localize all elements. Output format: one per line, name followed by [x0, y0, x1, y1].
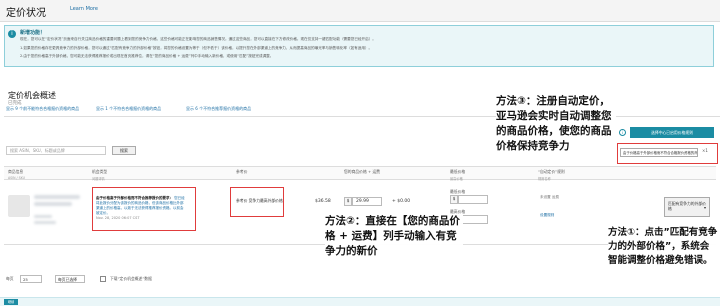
column-header: 参考价: [236, 169, 248, 174]
issue-date: Nov. 28, 2020 06:07 CST: [96, 216, 140, 220]
annotation-method-1: 方法①：点击”匹配有竞争力的外部价格”，系统会智能调整价格避免错误。: [608, 226, 718, 268]
info-banner: i 新增功能！ 现在，您可以在“定价状况”页面来自行关注商品价格的重要问题上看到…: [4, 25, 714, 67]
info-line: 2.由于您的价格高于外部价格，您可能无法获得推荐报价或出现在首页推荐位，请在“您…: [20, 54, 274, 58]
info-circle-icon: i: [619, 129, 626, 136]
selection-select[interactable]: 每页已选择: [55, 275, 85, 283]
info-line: 现在，您可以在“定价状况”页面来自行关注商品价格的重要问题上看到您的竞争力价格，…: [20, 37, 376, 41]
page-header: [0, 0, 720, 22]
download-link[interactable]: 下载“定价机会概述”数据: [110, 276, 152, 282]
auto-pricing-button[interactable]: 选择中心已启用价格规则: [630, 127, 714, 138]
currency-symbol: $: [344, 197, 352, 206]
column-header: 商品信息 ASIN / SKU: [8, 169, 25, 180]
learn-more-link[interactable]: Learn More: [70, 6, 98, 12]
issue-title: 由于价格高于外部价格而不符合推荐报价的要求：: [96, 196, 173, 200]
blurred-product-title: [34, 202, 72, 206]
column-header: 最低价格 最高价格: [450, 169, 466, 181]
remove-rule-button[interactable]: ×1: [702, 148, 708, 153]
auto-pricing-rule-select[interactable]: 由于价格高于外部价格而不符合合格报价资格的商品 规则: [620, 148, 698, 157]
column-header: 您的商品价格 + 运费: [344, 169, 380, 174]
overview-tab[interactable]: 显示 1 个不符合合格报价资格的商品: [96, 106, 161, 112]
match-button-label: 匹配有竞争力的外部价格: [668, 201, 706, 211]
download-icon[interactable]: [100, 276, 106, 282]
issue-details: 由于价格高于外部价格而不符合推荐报价的要求： 您已经将此报价分配为该报价的商品价…: [96, 196, 186, 221]
set-rule-link[interactable]: 设置规则: [540, 213, 554, 218]
column-header: 机会类型 问题详情: [92, 169, 108, 181]
annotation-method-2: 方法②：直接在【您的商品价格 + 运费】列手动输入有竞争力的新价: [325, 214, 463, 259]
blurred-product-title: [34, 195, 80, 199]
overview-tab[interactable]: 显示 9 个前不能符合合格报价资格的商品: [6, 106, 79, 112]
reference-price: 参考价 竞争力最高外部价格: [236, 198, 283, 203]
rule-status: 未设置 运费: [540, 195, 560, 199]
overview-tab[interactable]: 显示 6 个不符合推荐报价资格的商品: [186, 106, 251, 112]
blurred-asin: [34, 215, 52, 218]
search-input[interactable]: 搜索 ASIN、SKU、标题或品牌: [6, 146, 106, 155]
shipping-add: + $0.00: [392, 199, 411, 204]
page-title: 定价状况: [6, 8, 46, 19]
match-competitive-price-button[interactable]: 匹配有竞争力的外部价格 ▾: [664, 197, 710, 217]
info-line: 1.如果您的价格存在更具竞争力的外部价格，您可以通过“匹配有竞争力的外部价格”按…: [20, 46, 373, 50]
product-image: [8, 195, 30, 217]
info-banner-title: 新增功能！: [20, 30, 46, 36]
table-header: 商品信息 ASIN / SKU 机会类型 问题详情 参考价 您的商品价格 + 运费 …: [4, 166, 716, 181]
continue-button[interactable]: 继续: [4, 299, 18, 305]
bottom-bar: [0, 297, 720, 306]
annotation-method-3: 方法③：注册自动定价，亚马逊会实时自动调整您的商品价格，使您的商品价格保持竞争力: [496, 94, 616, 154]
info-icon: i: [8, 30, 16, 38]
blurred-sku: [34, 221, 56, 224]
shipping-value: $36.58: [315, 199, 331, 204]
search-button[interactable]: 搜索: [112, 146, 136, 155]
per-page-select[interactable]: 25: [20, 275, 42, 283]
pagination-label: 每页: [6, 276, 14, 281]
min-price-input[interactable]: [458, 195, 488, 204]
currency-symbol: $: [450, 195, 458, 204]
column-header: “自动定价”规则 规则名称: [538, 169, 565, 181]
your-price-input[interactable]: 29.99: [352, 197, 382, 206]
chevron-down-icon: ▾: [703, 205, 706, 210]
